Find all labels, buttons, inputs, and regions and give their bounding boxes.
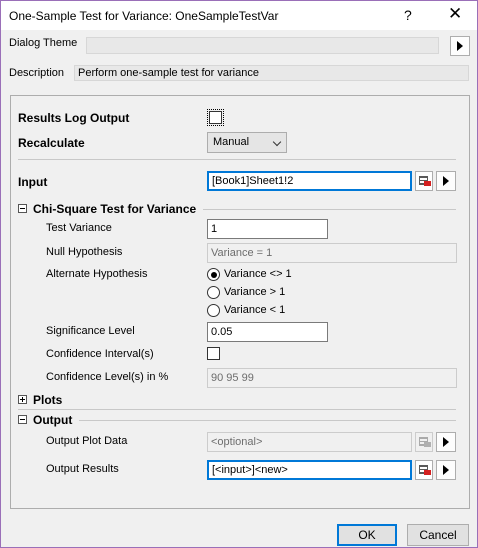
test-variance-input[interactable]: 1: [207, 219, 328, 239]
collapse-output-icon[interactable]: [18, 415, 27, 424]
results-log-checkbox[interactable]: [207, 109, 224, 126]
collapse-chi-square-icon[interactable]: [18, 204, 27, 213]
play-arrow-icon: [443, 437, 449, 447]
test-variance-label: Test Variance: [46, 222, 112, 234]
confidence-level-label: Confidence Level(s) in %: [46, 371, 169, 383]
plot-data-menu-button[interactable]: [436, 432, 456, 452]
play-arrow-icon: [443, 176, 449, 186]
radio-variance-not-equal-label[interactable]: Variance <> 1: [224, 268, 292, 280]
input-label: Input: [18, 175, 48, 189]
select-range-icon[interactable]: [415, 171, 433, 191]
theme-menu-button[interactable]: [450, 36, 470, 56]
recalculate-label: Recalculate: [18, 136, 85, 150]
description-text: Perform one-sample test for variance: [74, 65, 469, 81]
output-results-field[interactable]: [<input>]<new>: [207, 460, 412, 480]
alternate-hypothesis-label: Alternate Hypothesis: [46, 268, 148, 280]
play-arrow-icon: [457, 41, 463, 51]
ok-button[interactable]: OK: [337, 524, 397, 546]
output-plot-data-field: <optional>: [207, 432, 412, 452]
radio-variance-greater[interactable]: [207, 286, 220, 299]
recalculate-select[interactable]: Manual: [207, 132, 287, 153]
confidence-interval-checkbox[interactable]: [207, 347, 220, 360]
input-menu-button[interactable]: [436, 171, 456, 191]
radio-variance-greater-label[interactable]: Variance > 1: [224, 286, 285, 298]
select-plot-data-icon: [415, 432, 433, 452]
output-results-label: Output Results: [46, 463, 119, 475]
null-hypothesis-label: Null Hypothesis: [46, 246, 123, 258]
input-range-field[interactable]: [Book1]Sheet1!2: [207, 171, 412, 191]
output-header[interactable]: Output: [33, 413, 72, 427]
cancel-button[interactable]: Cancel: [407, 524, 469, 546]
confidence-interval-label: Confidence Interval(s): [46, 348, 154, 360]
output-results-menu-button[interactable]: [436, 460, 456, 480]
output-plot-data-label: Output Plot Data: [46, 435, 128, 447]
window-title: One-Sample Test for Variance: OneSampleT…: [9, 9, 279, 23]
significance-level-input[interactable]: 0.05: [207, 322, 328, 342]
divider: [203, 209, 456, 210]
dialog-theme-field[interactable]: [86, 37, 439, 54]
description-label: Description: [9, 67, 65, 79]
divider: [18, 409, 456, 410]
play-arrow-icon: [443, 465, 449, 475]
recalculate-value: Manual: [213, 136, 250, 148]
radio-variance-less[interactable]: [207, 304, 220, 317]
chevron-down-icon: [272, 137, 282, 147]
dialog-theme-label: Dialog Theme: [9, 37, 78, 49]
significance-level-label: Significance Level: [46, 325, 135, 337]
divider: [18, 159, 456, 160]
title-bar: One-Sample Test for Variance: OneSampleT…: [1, 1, 477, 30]
results-log-label: Results Log Output: [18, 111, 130, 125]
help-button[interactable]: ?: [404, 7, 412, 23]
dialog-window: One-Sample Test for Variance: OneSampleT…: [0, 0, 478, 548]
radio-variance-not-equal[interactable]: [207, 268, 220, 281]
divider: [79, 420, 456, 421]
null-hypothesis-field: Variance = 1: [207, 243, 457, 263]
confidence-level-field: 90 95 99: [207, 368, 457, 388]
close-button[interactable]: ✕: [448, 4, 462, 24]
expand-plots-icon[interactable]: [18, 395, 27, 404]
radio-variance-less-label[interactable]: Variance < 1: [224, 304, 285, 316]
plots-header[interactable]: Plots: [33, 393, 62, 407]
chi-square-header[interactable]: Chi-Square Test for Variance: [33, 202, 196, 216]
select-output-range-icon[interactable]: [415, 460, 433, 480]
